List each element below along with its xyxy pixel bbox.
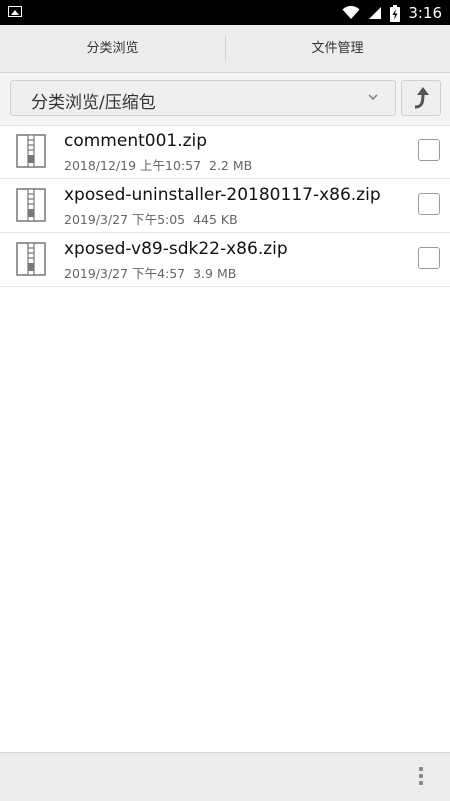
file-name: xposed-v89-sdk22-x86.zip xyxy=(64,239,288,259)
file-checkbox[interactable] xyxy=(418,139,440,161)
up-arrow-icon xyxy=(414,87,429,109)
file-size: 2.2 MB xyxy=(209,158,253,173)
tab-category-browse[interactable]: 分类浏览 xyxy=(0,25,225,72)
file-name: xposed-uninstaller-20180117-x86.zip xyxy=(64,185,381,205)
file-checkbox[interactable] xyxy=(418,193,440,215)
file-date: 2019/3/27 下午5:05 xyxy=(64,212,186,227)
file-name: comment001.zip xyxy=(64,131,208,151)
wifi-icon xyxy=(342,6,360,19)
chevron-down-icon xyxy=(368,94,378,101)
file-size: 445 KB xyxy=(193,212,238,227)
file-size: 3.9 MB xyxy=(193,266,237,281)
signal-icon xyxy=(369,7,382,19)
bottom-action-bar xyxy=(0,752,450,801)
file-list: comment001.zip 2018/12/19 上午10:57 2.2 MB… xyxy=(0,125,450,287)
overflow-menu-icon[interactable] xyxy=(418,767,424,789)
file-row[interactable]: xposed-uninstaller-20180117-x86.zip 2019… xyxy=(0,179,450,233)
file-checkbox[interactable] xyxy=(418,247,440,269)
clock: 3:16 xyxy=(408,4,442,22)
file-meta: 2019/3/27 下午5:05 445 KB xyxy=(64,209,238,228)
zip-file-icon xyxy=(16,242,46,276)
tab-bar: 分类浏览 文件管理 xyxy=(0,25,450,95)
path-dropdown[interactable]: 分类浏览/压缩包 xyxy=(10,80,396,116)
image-notification-icon xyxy=(8,6,22,17)
zip-file-icon xyxy=(16,134,46,168)
file-meta: 2018/12/19 上午10:57 2.2 MB xyxy=(64,155,252,174)
status-icons: 3:16 xyxy=(342,3,442,23)
zip-file-icon xyxy=(16,188,46,222)
path-bar: 分类浏览/压缩包 xyxy=(0,73,450,126)
file-date: 2018/12/19 上午10:57 xyxy=(64,158,202,173)
path-label: 分类浏览/压缩包 xyxy=(31,93,156,113)
file-meta: 2019/3/27 下午4:57 3.9 MB xyxy=(64,263,236,282)
battery-charging-icon xyxy=(390,4,401,22)
file-row[interactable]: xposed-v89-sdk22-x86.zip 2019/3/27 下午4:5… xyxy=(0,233,450,287)
status-bar: 3:16 xyxy=(0,0,450,25)
file-row[interactable]: comment001.zip 2018/12/19 上午10:57 2.2 MB xyxy=(0,125,450,179)
file-date: 2019/3/27 下午4:57 xyxy=(64,266,186,281)
go-up-button[interactable] xyxy=(401,80,441,116)
tab-file-manager[interactable]: 文件管理 xyxy=(225,25,450,72)
